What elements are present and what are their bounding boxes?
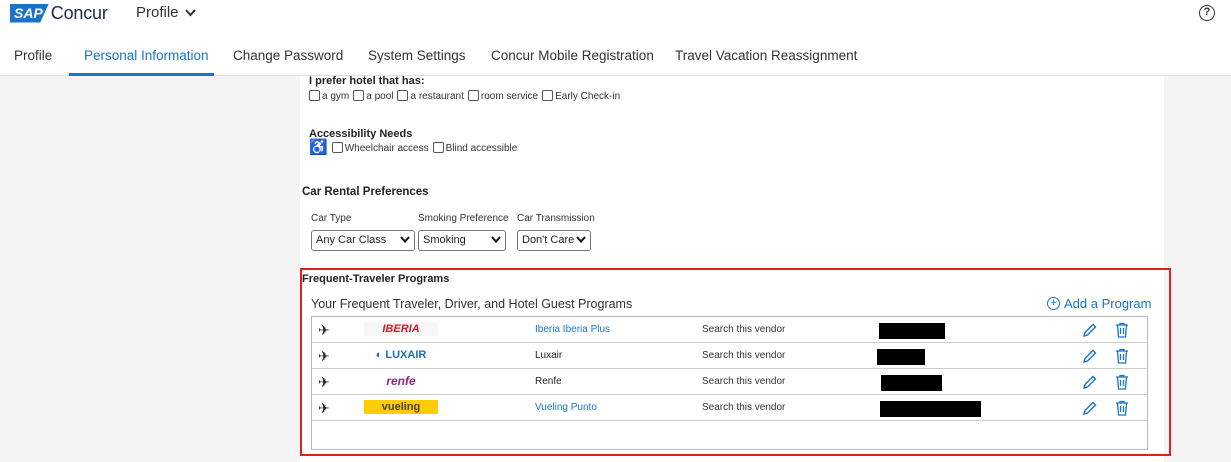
car-rental-title: Car Rental Preferences <box>302 186 429 198</box>
frequent-traveler-subtitle: Your Frequent Traveler, Driver, and Hote… <box>311 297 633 311</box>
vueling-logo: vueling <box>364 400 438 414</box>
hotel-option-pool[interactable]: a pool <box>353 90 393 102</box>
program-name-link[interactable]: Vueling Punto <box>535 402 597 413</box>
redacted-number <box>880 401 981 417</box>
hotel-option-gym[interactable]: a gym <box>309 90 349 102</box>
airplane-icon: ✈ <box>318 348 330 364</box>
airplane-icon: ✈ <box>318 322 330 338</box>
accessibility-options: ♿ Wheelchair access Blind accessible <box>309 139 517 156</box>
plus-circle-icon: + <box>1047 297 1060 310</box>
hotel-option-early-checkin[interactable]: Early Check-in <box>542 90 620 102</box>
gym-checkbox[interactable] <box>309 90 320 101</box>
airplane-icon: ✈ <box>318 400 330 416</box>
table-row: ✈ vueling Vueling Punto Search this vend… <box>312 395 1147 421</box>
early-checkin-checkbox[interactable] <box>542 90 554 101</box>
trash-icon[interactable] <box>1115 348 1129 364</box>
table-row: ✈ IBERIA Iberia Iberia Plus Search this … <box>312 317 1147 343</box>
trash-icon[interactable] <box>1115 322 1129 338</box>
help-icon[interactable]: ? <box>1199 5 1215 21</box>
accessibility-option-blind[interactable]: Blind accessible <box>432 142 517 154</box>
hotel-option-restaurant[interactable]: a restaurant <box>397 90 464 102</box>
chevron-down-icon <box>400 236 410 244</box>
tab-profile[interactable]: Profile <box>14 48 52 63</box>
wheelchair-checkbox[interactable] <box>331 142 343 153</box>
top-bar: SAP Concur Profile ? <box>0 0 1231 30</box>
tab-change-password[interactable]: Change Password <box>233 48 343 63</box>
program-name: Renfe <box>535 376 562 387</box>
tab-travel-vacation-reassignment[interactable]: Travel Vacation Reassignment <box>675 48 857 63</box>
sap-logo: SAP <box>10 3 49 23</box>
tab-bar: Profile Personal Information Change Pass… <box>0 36 1231 76</box>
tab-system-settings[interactable]: System Settings <box>368 48 466 63</box>
restaurant-checkbox[interactable] <box>397 90 409 101</box>
pencil-icon[interactable] <box>1082 348 1098 364</box>
blind-checkbox[interactable] <box>432 142 444 153</box>
hotel-preferences-title: I prefer hotel that has: <box>309 75 425 87</box>
redacted-number <box>879 323 945 339</box>
concur-logo[interactable]: SAP Concur <box>10 3 108 23</box>
search-vendor-text: Search this vendor <box>702 324 786 335</box>
search-vendor-text: Search this vendor <box>702 376 786 387</box>
chevron-down-icon <box>576 236 586 244</box>
pool-checkbox[interactable] <box>353 90 365 101</box>
table-row: ✈ ◐ LUXAIR Luxair Search this vendor <box>312 343 1147 369</box>
program-name-link[interactable]: Iberia Iberia Plus <box>535 324 610 335</box>
hotel-option-room-service[interactable]: room service <box>467 90 538 102</box>
luxair-logo: ◐ LUXAIR <box>375 349 427 361</box>
redacted-number <box>877 349 925 365</box>
pencil-icon[interactable] <box>1082 400 1098 416</box>
hotel-options: a gym a pool a restaurant room service E… <box>309 90 620 102</box>
pencil-icon[interactable] <box>1082 322 1098 338</box>
chevron-down-icon <box>184 8 196 16</box>
smoking-preference-select[interactable]: Smoking <box>418 230 506 251</box>
trash-icon[interactable] <box>1115 374 1129 390</box>
smoking-preference-label: Smoking Preference <box>418 213 509 224</box>
car-transmission-select[interactable]: Don't Care <box>517 230 591 251</box>
table-row: ✈ renfe Renfe Search this vendor <box>312 369 1147 395</box>
chevron-down-icon <box>491 236 501 244</box>
wheelchair-icon: ♿ <box>309 139 328 156</box>
trash-icon[interactable] <box>1115 400 1129 416</box>
luxair-emblem-icon: ◐ <box>375 349 386 361</box>
airplane-icon: ✈ <box>318 374 330 390</box>
program-name: Luxair <box>535 350 563 361</box>
room-service-checkbox[interactable] <box>467 90 479 101</box>
tab-concur-mobile-registration[interactable]: Concur Mobile Registration <box>491 48 654 63</box>
tab-personal-information[interactable]: Personal Information <box>84 48 209 63</box>
frequent-traveler-title: Frequent-Traveler Programs <box>302 273 450 285</box>
pencil-icon[interactable] <box>1082 374 1098 390</box>
iberia-logo: IBERIA <box>364 322 438 336</box>
search-vendor-text: Search this vendor <box>702 350 786 361</box>
add-program-button[interactable]: + Add a Program <box>1047 296 1151 311</box>
accessibility-option-wheelchair[interactable]: Wheelchair access <box>331 142 429 154</box>
concur-wordmark: Concur <box>50 2 108 23</box>
car-transmission-label: Car Transmission <box>517 213 595 224</box>
profile-menu[interactable]: Profile <box>136 4 196 21</box>
profile-menu-label: Profile <box>136 4 179 21</box>
redacted-number <box>881 375 942 391</box>
car-type-select[interactable]: Any Car Class <box>311 230 415 251</box>
renfe-logo: renfe <box>386 374 416 388</box>
search-vendor-text: Search this vendor <box>702 402 786 413</box>
car-type-label: Car Type <box>311 213 352 224</box>
programs-table: ✈ IBERIA Iberia Iberia Plus Search this … <box>311 316 1148 450</box>
